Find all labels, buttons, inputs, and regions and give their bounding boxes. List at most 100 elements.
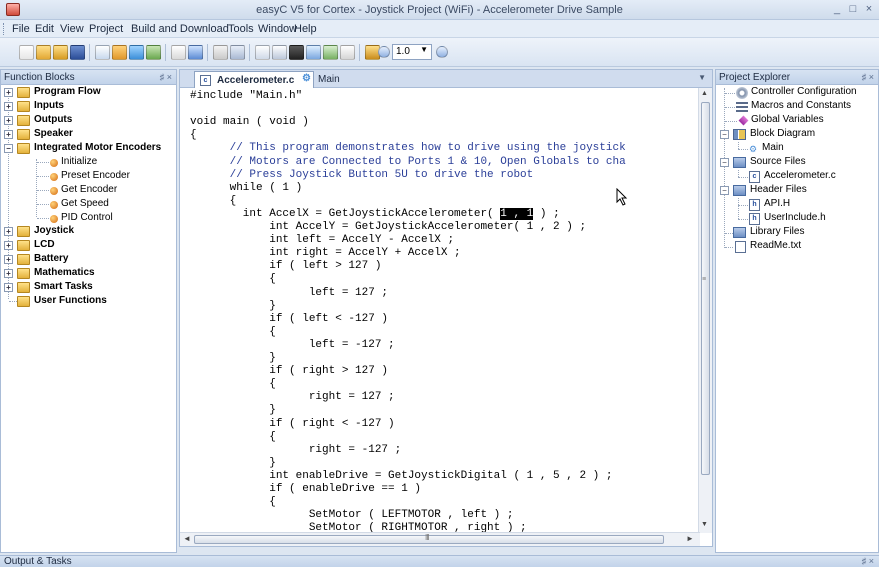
- expand-icon[interactable]: +: [4, 241, 13, 250]
- code-line[interactable]: }: [190, 300, 276, 313]
- expand-icon[interactable]: +: [4, 227, 13, 236]
- code-line[interactable]: {: [190, 496, 276, 509]
- code-line[interactable]: left = 127 ;: [190, 287, 388, 300]
- table-icon[interactable]: [272, 45, 287, 60]
- code-line[interactable]: }: [190, 457, 276, 470]
- code-line[interactable]: if ( right > 127 ): [190, 365, 388, 378]
- terminal-icon[interactable]: [213, 45, 228, 60]
- code-line[interactable]: {: [190, 431, 276, 444]
- expand-icon[interactable]: +: [4, 102, 13, 111]
- scroll-thumb[interactable]: [194, 535, 664, 544]
- zoom-select[interactable]: 1.0 ▼: [392, 44, 432, 60]
- minimize-button[interactable]: _: [830, 3, 844, 15]
- download-icon[interactable]: [188, 45, 203, 60]
- collapse-icon[interactable]: −: [720, 130, 729, 139]
- maximize-button[interactable]: □: [846, 3, 860, 15]
- code-line[interactable]: {: [190, 326, 276, 339]
- scroll-up-icon[interactable]: ▲: [701, 90, 708, 97]
- zoom-out-icon[interactable]: [436, 46, 448, 58]
- horizontal-scrollbar[interactable]: ◄ III ►: [180, 532, 700, 546]
- output-icon[interactable]: [146, 45, 161, 60]
- vertical-scrollbar[interactable]: ▲ ≡ ▼: [698, 88, 712, 533]
- expand-icon[interactable]: +: [4, 88, 13, 97]
- open-folder-icon[interactable]: [53, 45, 68, 60]
- code-line[interactable]: right = -127 ;: [190, 444, 401, 457]
- close-button[interactable]: ×: [862, 3, 876, 15]
- menu-file[interactable]: File: [12, 23, 30, 35]
- expand-icon[interactable]: +: [4, 283, 13, 292]
- code-line[interactable]: {: [190, 378, 276, 391]
- menu-tools[interactable]: Tools: [228, 23, 254, 35]
- code-line[interactable]: }: [190, 352, 276, 365]
- code-line[interactable]: left = -127 ;: [190, 339, 395, 352]
- collapse-icon[interactable]: −: [720, 158, 729, 167]
- menu-window[interactable]: Window: [258, 23, 297, 35]
- build-icon[interactable]: [171, 45, 186, 60]
- collapse-icon[interactable]: −: [4, 144, 13, 153]
- expand-icon[interactable]: +: [4, 255, 13, 264]
- panel-close-icon[interactable]: ×: [167, 72, 172, 82]
- tree-item-label: Macros and Constants: [751, 100, 852, 111]
- pin-icon[interactable]: ♯: [862, 72, 867, 82]
- scroll-right-icon[interactable]: ►: [686, 534, 694, 543]
- function-blocks-icon[interactable]: [112, 45, 127, 60]
- code-line-selected[interactable]: int AccelX = GetJoystickAccelerometer( 1…: [190, 207, 560, 221]
- pin-icon[interactable]: ♯: [862, 556, 867, 566]
- save-icon[interactable]: [70, 45, 85, 60]
- menu-view[interactable]: View: [60, 23, 84, 35]
- menu-help[interactable]: Help: [294, 23, 317, 35]
- panel-close-icon[interactable]: ×: [869, 72, 874, 82]
- scroll-down-icon[interactable]: ▼: [701, 521, 708, 528]
- new-file-icon[interactable]: [19, 45, 34, 60]
- code-line[interactable]: }: [190, 404, 276, 417]
- code-line[interactable]: SetMotor ( LEFTMOTOR , left ) ;: [190, 509, 514, 522]
- code-line[interactable]: int enableDrive = GetJoystickDigital ( 1…: [190, 470, 612, 483]
- pin-icon[interactable]: ♯: [160, 72, 165, 82]
- chevron-down-icon[interactable]: ▼: [698, 73, 706, 82]
- panel-close-icon[interactable]: ×: [869, 556, 874, 566]
- controller-icon[interactable]: [230, 45, 245, 60]
- toolbar-separator: [89, 44, 90, 61]
- global-variables-icon: [738, 115, 749, 126]
- code-line[interactable]: int AccelY = GetJoystickAccelerometer( 1…: [190, 221, 586, 234]
- collapse-icon[interactable]: −: [720, 186, 729, 195]
- code-line[interactable]: // This program demonstrates how to driv…: [190, 142, 626, 155]
- tree-item-label: Battery: [34, 253, 69, 264]
- code-line[interactable]: right = 127 ;: [190, 391, 395, 404]
- code-line[interactable]: int left = AccelY - AccelX ;: [190, 234, 454, 247]
- menu-build-download[interactable]: Build and Download: [131, 23, 229, 35]
- code-line[interactable]: if ( right < -127 ): [190, 418, 394, 431]
- code-line[interactable]: {: [190, 273, 276, 286]
- monitor-icon[interactable]: [255, 45, 270, 60]
- zoom-in-icon[interactable]: [378, 46, 390, 58]
- code-line[interactable]: if ( left > 127 ): [190, 260, 381, 273]
- expand-icon[interactable]: +: [4, 130, 13, 139]
- code-line[interactable]: // Motors are Connected to Ports 1 & 10,…: [190, 156, 626, 169]
- code-line[interactable]: {: [190, 129, 197, 142]
- project-explorer-icon[interactable]: [129, 45, 144, 60]
- code-line[interactable]: // Press Joystick Button 5U to drive the…: [190, 169, 534, 182]
- copy-icon[interactable]: [306, 45, 321, 60]
- h-file-icon: h: [749, 199, 760, 211]
- code-line[interactable]: while ( 1 ): [190, 182, 303, 195]
- new-project-icon[interactable]: [36, 45, 51, 60]
- code-line[interactable]: int right = AccelY + AccelX ;: [190, 247, 460, 260]
- graph-icon[interactable]: [289, 45, 304, 60]
- menu-edit[interactable]: Edit: [35, 23, 54, 35]
- menu-project[interactable]: Project: [89, 23, 123, 35]
- scroll-thumb[interactable]: [701, 102, 710, 475]
- menu-bar: File Edit View Project Build and Downloa…: [0, 20, 879, 38]
- code-line[interactable]: #include "Main.h": [190, 90, 302, 103]
- scroll-left-icon[interactable]: ◄: [183, 534, 191, 543]
- code-line[interactable]: void main ( void ): [190, 116, 309, 129]
- print-icon[interactable]: [340, 45, 355, 60]
- code-editor[interactable]: #include "Main.h" void main ( void ){ // …: [179, 88, 713, 547]
- code-line[interactable]: {: [190, 195, 237, 208]
- expand-icon[interactable]: +: [4, 116, 13, 125]
- window-icon[interactable]: [95, 45, 110, 60]
- code-line[interactable]: if ( left < -127 ): [190, 313, 388, 326]
- expand-icon[interactable]: +: [4, 269, 13, 278]
- paste-icon[interactable]: [323, 45, 338, 60]
- tab-main[interactable]: ⚙ Main: [296, 71, 344, 88]
- code-line[interactable]: if ( enableDrive == 1 ): [190, 483, 421, 496]
